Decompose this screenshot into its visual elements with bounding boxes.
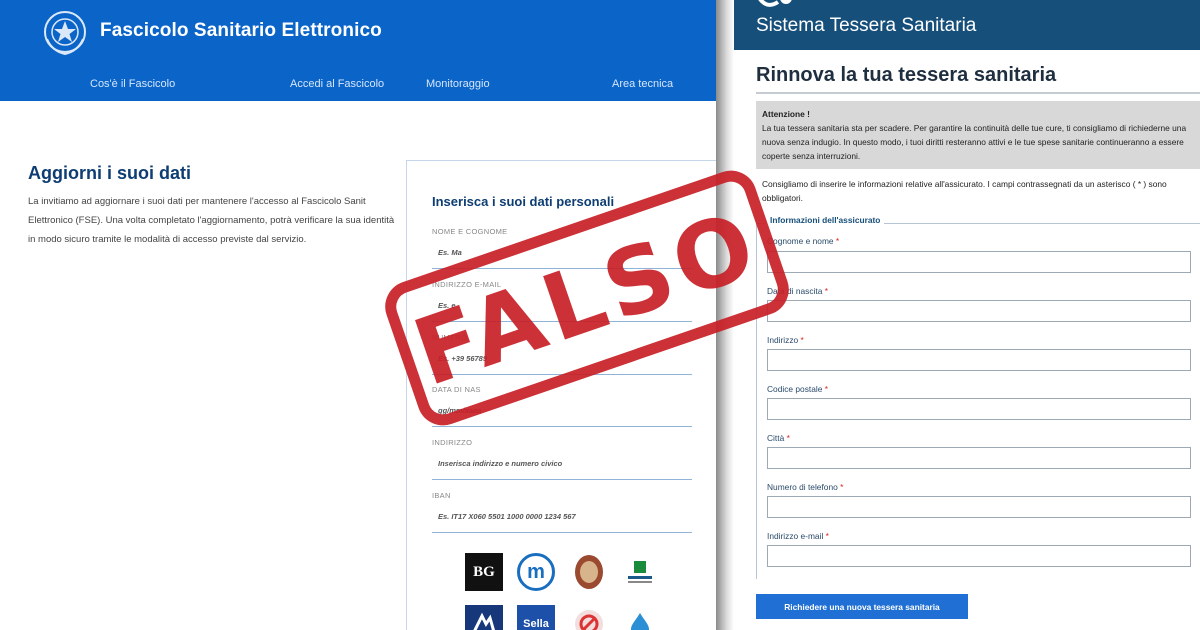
field-label: NOME E COGNOME (432, 227, 508, 236)
fse-form-title: Inserisca i suoi dati personali (432, 194, 615, 209)
fullname-input[interactable] (767, 251, 1191, 273)
form-instructions: Consigliamo di inserire le informazioni … (762, 179, 1167, 203)
expiry-alert-box: Attenzione ! La tua tessera sanitaria st… (756, 101, 1200, 169)
field-label-name: Cognome e nome * (767, 236, 840, 246)
field-placeholder: Es. Ma (438, 248, 462, 257)
field-label-postal-code: Codice postale * (767, 384, 828, 394)
alert-text: La tua tessera sanitaria sta per scadere… (762, 123, 1187, 161)
birthdate-input[interactable] (767, 300, 1191, 322)
field-label-phone: Numero di telefono * (767, 482, 844, 492)
alert-title: Attenzione ! (762, 109, 810, 119)
fse-site-title: Fascicolo Sanitario Elettronico (100, 20, 382, 41)
blue-bank-logo (465, 605, 503, 630)
bg-bank-logo: BG (465, 553, 503, 591)
request-new-card-button[interactable]: Richiedere una nuova tessera sanitaria (756, 594, 968, 619)
postal-code-input[interactable] (767, 398, 1191, 420)
red-circle-logo (570, 605, 608, 630)
ts-site-title: Sistema Tessera Sanitaria (756, 15, 977, 36)
nav-area-tecnica[interactable]: Area tecnica (612, 78, 673, 90)
fieldset-legend: Informazioni dell'assicurato (766, 215, 885, 225)
ts-phishing-page: Sistema Tessera Sanitaria Rinnova la tua… (716, 0, 1200, 630)
nav-cose-il-fascicolo[interactable]: Cos'è il Fascicolo (90, 78, 175, 90)
field-label-city: Città * (767, 433, 790, 443)
field-label: IBAN (432, 491, 451, 500)
phone-input[interactable] (767, 496, 1191, 518)
city-input[interactable] (767, 447, 1191, 469)
email-input[interactable] (767, 545, 1191, 567)
field-placeholder: Inserisca indirizzo e numero civico (438, 459, 563, 468)
italian-republic-emblem-icon (44, 11, 86, 56)
fse-page-heading: Aggiorni i suoi dati (28, 163, 191, 183)
sella-logo: Sella (517, 605, 555, 630)
field-label-email: Indirizzo e-mail * (767, 531, 829, 541)
iban-field[interactable]: IBAN Es. IT17 X060 5501 1000 0000 1234 5… (432, 491, 692, 533)
field-label-address: Indirizzo * (767, 335, 804, 345)
ts-page-heading: Rinnova la tua tessera sanitaria (756, 64, 1057, 86)
field-label: INDIRIZZO (432, 438, 473, 447)
address-field[interactable]: INDIRIZZO Inserisca indirizzo e numero c… (432, 438, 692, 480)
heading-divider (756, 92, 1200, 94)
field-placeholder: Es. IT17 X060 5501 1000 0000 1234 567 (438, 512, 576, 521)
nav-accedi-al-fascicolo[interactable]: Accedi al Fascicolo (290, 78, 384, 90)
ts-logo-icon (758, 0, 792, 7)
blue-drop-logo (621, 605, 659, 630)
green-bank-logo (621, 553, 659, 591)
mediolanum-logo: m (517, 553, 555, 591)
fse-header: Fascicolo Sanitario Elettronico Cos'è il… (0, 0, 716, 101)
nav-monitoraggio[interactable]: Monitoraggio (426, 78, 490, 90)
seal-bank-logo (570, 553, 608, 591)
fse-intro-text: La invitiamo ad aggiornare i suoi dati p… (28, 196, 395, 245)
address-input[interactable] (767, 349, 1191, 371)
ts-header: Sistema Tessera Sanitaria (734, 0, 1200, 50)
